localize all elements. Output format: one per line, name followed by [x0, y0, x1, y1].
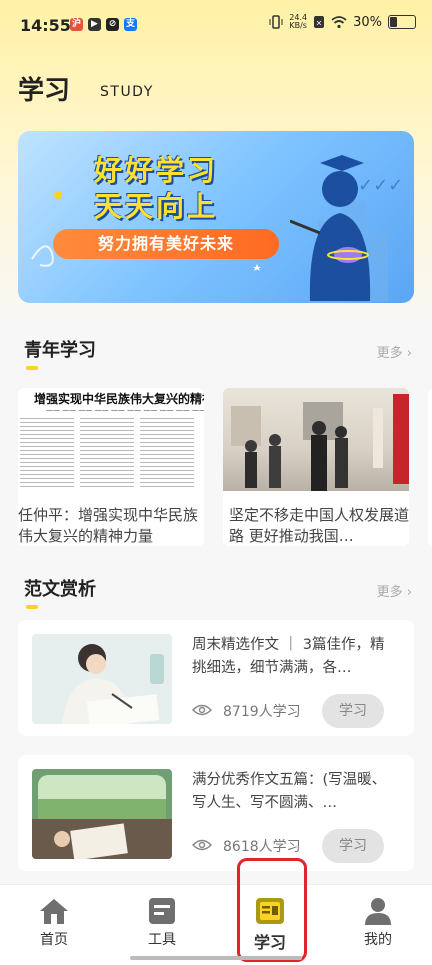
essays-more-link[interactable]: 更多 ›: [377, 581, 412, 600]
promo-banner[interactable]: ✓✓✓ 好好学习 天天向上 努力拥有美好未来: [18, 131, 414, 303]
app-notification-icon-2: ⊘: [106, 18, 119, 31]
youth-card[interactable]: 增强实现中华民族伟大复兴的精神力量 —— —— —— —— —— —— —— —…: [18, 388, 204, 546]
person-icon: [365, 898, 391, 925]
sim-icon: ×: [314, 16, 325, 28]
wifi-icon: [331, 15, 347, 28]
battery-percent: 30%: [353, 14, 382, 30]
essay-title: 满分优秀作文五篇：(写温暖、写人生、写不圆满、…: [192, 772, 387, 811]
page-subtitle: STUDY: [100, 84, 154, 100]
status-bar: 14:55 沪 ▶ ⊘ 支 24.4 KB/s × 30%: [0, 0, 432, 52]
view-count: 8719人学习: [223, 704, 301, 720]
nav-home[interactable]: 首页: [14, 897, 94, 949]
section-title-essays: 范文赏析: [24, 575, 96, 609]
nav-tools[interactable]: 工具: [122, 897, 202, 949]
chevron-right-icon: ›: [406, 346, 412, 361]
document-icon: [149, 898, 175, 924]
banner-line2: 天天向上: [94, 190, 219, 223]
page-title: 学习: [18, 76, 71, 106]
view-count: 8618人学习: [223, 839, 301, 855]
app-notification-icon: 沪: [70, 18, 83, 31]
active-tab-highlight: [237, 858, 307, 962]
play-notification-icon: ▶: [88, 18, 101, 31]
news-clipping-image: 增强实现中华民族伟大复兴的精神力量 —— —— —— —— —— —— —— —…: [18, 388, 204, 491]
study-button[interactable]: 学习: [322, 829, 384, 863]
essay-thumbnail: [32, 634, 172, 724]
vibrate-icon: [269, 15, 283, 29]
bottom-nav: 首页 工具 学习 我的: [0, 884, 432, 965]
youth-card-caption: 任仲平：增强实现中华民族伟大复兴的精神力量: [18, 506, 199, 545]
youth-card-partial[interactable]: [428, 388, 432, 546]
chevron-right-icon: ›: [406, 585, 412, 600]
exhibition-photo: [223, 388, 409, 491]
net-speed: 24.4 KB/s: [289, 13, 308, 30]
home-icon: [40, 899, 68, 924]
youth-more-link[interactable]: 更多 ›: [377, 342, 412, 361]
youth-card-caption: 坚定不移走中国人权发展道路 更好推动我国…: [229, 506, 409, 545]
banner-slogan: 努力拥有美好未来: [53, 229, 279, 259]
essay-card[interactable]: 周末精选作文 ｜ 3篇佳作，精挑细选，细节满满，各… 8719人学习 学习: [18, 620, 414, 736]
alipay-icon: 支: [124, 18, 137, 31]
essay-title: 周末精选作文 ｜ 3篇佳作，精挑细选，细节满满，各…: [192, 637, 385, 676]
eye-icon: [192, 839, 212, 851]
youth-card[interactable]: 坚定不移走中国人权发展道路 更好推动我国…: [223, 388, 409, 546]
teacher-silhouette-icon: [290, 155, 371, 301]
status-time: 14:55: [20, 16, 71, 35]
eye-icon: [192, 704, 212, 716]
essay-thumbnail: [32, 769, 172, 859]
essay-card[interactable]: 满分优秀作文五篇：(写温暖、写人生、写不圆满、… 8618人学习 学习: [18, 755, 414, 871]
banner-line1: 好好学习: [94, 154, 219, 187]
section-title-youth: 青年学习: [24, 336, 96, 370]
svg-text:×: ×: [316, 19, 323, 28]
study-button[interactable]: 学习: [322, 694, 384, 728]
nav-profile[interactable]: 我的: [338, 897, 418, 949]
home-indicator[interactable]: [130, 956, 302, 960]
battery-icon: [388, 15, 416, 29]
